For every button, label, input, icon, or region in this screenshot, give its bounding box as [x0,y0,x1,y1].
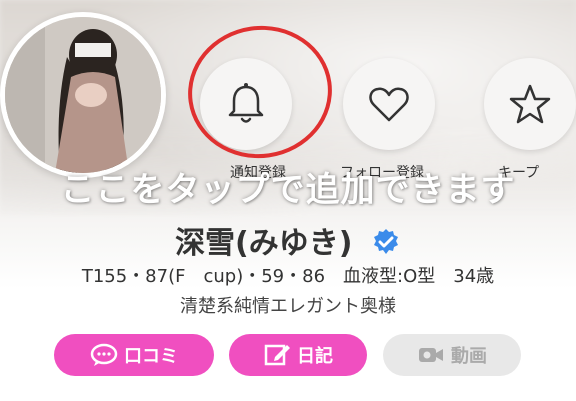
edit-note-icon [264,344,290,366]
follow-button[interactable] [343,58,435,150]
video-camera-icon [419,348,443,362]
review-button[interactable]: 口コミ [54,334,214,376]
profile-name: 深雪(みゆき) [175,226,353,261]
video-label: 動画 [451,346,487,367]
avatar[interactable] [5,17,161,173]
star-icon [509,84,551,124]
avatar-photo [5,17,161,173]
diary-label: 日記 [297,346,333,367]
profile-catchphrase: 清楚系純情エレガント奥様 [180,296,396,317]
tap-instruction: ここをタップで追加できます [60,170,516,210]
verified-badge-icon [373,228,398,254]
profile-name-row: 深雪(みゆき) [0,218,576,262]
diary-button[interactable]: 日記 [229,334,367,376]
keep-button[interactable] [484,58,576,150]
video-button: 動画 [383,334,521,376]
profile-stats: T155・87(F cup)・59・86 血液型:O型 34歳 [81,266,495,287]
heart-icon [369,87,409,122]
review-label: 口コミ [124,346,178,367]
chat-bubble-icon [90,343,118,366]
